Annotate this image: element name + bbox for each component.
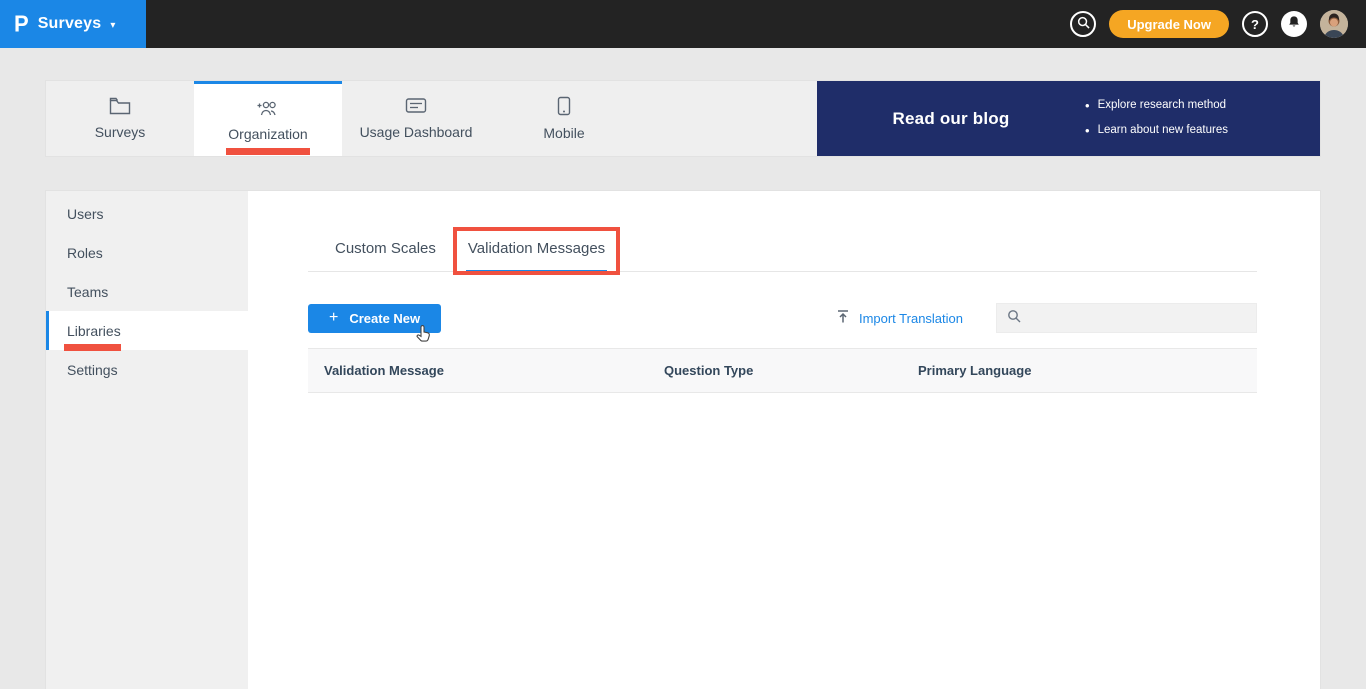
people-plus-icon: [256, 99, 280, 117]
screen: P Surveys ▾ Upgrade Now ? Surveys Organi…: [0, 0, 1366, 689]
create-new-label: Create New: [349, 310, 421, 326]
import-icon: [836, 309, 850, 327]
sidebar-item-libraries[interactable]: Libraries: [46, 311, 248, 351]
nav-tab-label: Surveys: [94, 124, 146, 140]
create-new-wrap: + Create New: [308, 303, 442, 342]
sidebar-item-label: Libraries: [67, 322, 121, 339]
sidebar-item-users[interactable]: Users: [46, 194, 248, 233]
sidebar-item-teams[interactable]: Teams: [46, 272, 248, 311]
product-name: Surveys: [37, 15, 102, 32]
nav-tab-label: Usage Dashboard: [359, 124, 473, 140]
import-translation-label: Import Translation: [858, 310, 963, 326]
library-tabs: Custom Scales Validation Messages: [308, 227, 1257, 275]
blog-bullet-list: Explore research method Learn about new …: [1085, 94, 1320, 143]
annotation-underline-organization: [226, 148, 310, 155]
folder-icon: [109, 97, 131, 115]
search-icon: [1077, 16, 1090, 32]
question-mark-icon: ?: [1251, 16, 1259, 32]
tab-label: Validation Messages: [467, 240, 606, 257]
toolbar-right: Import Translation: [836, 303, 1257, 333]
column-header-validation-message: Validation Message: [324, 363, 444, 378]
upgrade-now-button[interactable]: Upgrade Now: [1109, 10, 1229, 38]
bell-icon: [1287, 15, 1301, 34]
blog-bullet: Learn about new features: [1085, 119, 1294, 144]
sidebar-item-label: Teams: [67, 283, 109, 300]
sidebar-item-label: Users: [67, 205, 104, 222]
topbar-actions: Upgrade Now ?: [1070, 10, 1366, 38]
mobile-icon: [557, 96, 571, 116]
search-button[interactable]: [1070, 11, 1097, 37]
topbar: P Surveys ▾ Upgrade Now ?: [0, 0, 1366, 48]
table-search-box[interactable]: [996, 303, 1257, 333]
tab-label: Custom Scales: [335, 240, 436, 257]
nav-tab-label: Mobile: [543, 125, 585, 141]
avatar[interactable]: [1320, 10, 1348, 38]
help-button[interactable]: ?: [1242, 11, 1268, 37]
blog-bullet: Explore research method: [1085, 94, 1294, 119]
nav-tab-organization[interactable]: Organization: [194, 81, 342, 156]
settings-sidebar: Users Roles Teams Libraries Settings: [46, 191, 248, 689]
chevron-down-icon: ▾: [110, 19, 116, 31]
nav-tab-surveys[interactable]: Surveys: [46, 81, 194, 156]
product-switcher[interactable]: P Surveys ▾: [0, 0, 146, 48]
tab-custom-scales[interactable]: Custom Scales: [333, 236, 438, 271]
hand-cursor-icon: [416, 324, 430, 348]
toolbar: + Create New Import Translation: [308, 303, 1257, 342]
sidebar-item-label: Settings: [67, 361, 118, 378]
blog-title: Read our blog: [892, 108, 1010, 128]
sidebar-item-label: Roles: [67, 244, 103, 261]
annotation-underline-libraries: [64, 344, 121, 351]
main-card: Users Roles Teams Libraries Settings Cus…: [45, 190, 1321, 689]
import-translation-link[interactable]: Import Translation: [836, 309, 963, 327]
nav-tab-label: Organization: [228, 125, 308, 142]
notifications-button[interactable]: [1281, 11, 1307, 37]
plus-icon: +: [329, 308, 339, 326]
primary-nav: Surveys Organization Usage Dashboard Mob…: [45, 80, 1321, 157]
nav-tab-usage-dashboard[interactable]: Usage Dashboard: [342, 81, 490, 156]
sidebar-item-settings[interactable]: Settings: [46, 350, 248, 389]
table-header-row: Validation Message Question Type Primary…: [308, 348, 1257, 393]
column-header-primary-language: Primary Language: [918, 363, 1032, 378]
brand-logo: P: [14, 10, 29, 37]
search-input[interactable]: [1029, 310, 1246, 326]
libraries-content: Custom Scales Validation Messages + Crea…: [248, 191, 1320, 689]
sidebar-item-roles[interactable]: Roles: [46, 233, 248, 272]
tab-validation-messages[interactable]: Validation Messages: [452, 227, 621, 275]
blog-banner[interactable]: Read our blog Explore research method Le…: [817, 81, 1320, 156]
dashboard-icon: [405, 97, 427, 115]
column-header-question-type: Question Type: [664, 363, 754, 378]
nav-tab-mobile[interactable]: Mobile: [490, 81, 638, 156]
search-icon: [1007, 309, 1021, 328]
